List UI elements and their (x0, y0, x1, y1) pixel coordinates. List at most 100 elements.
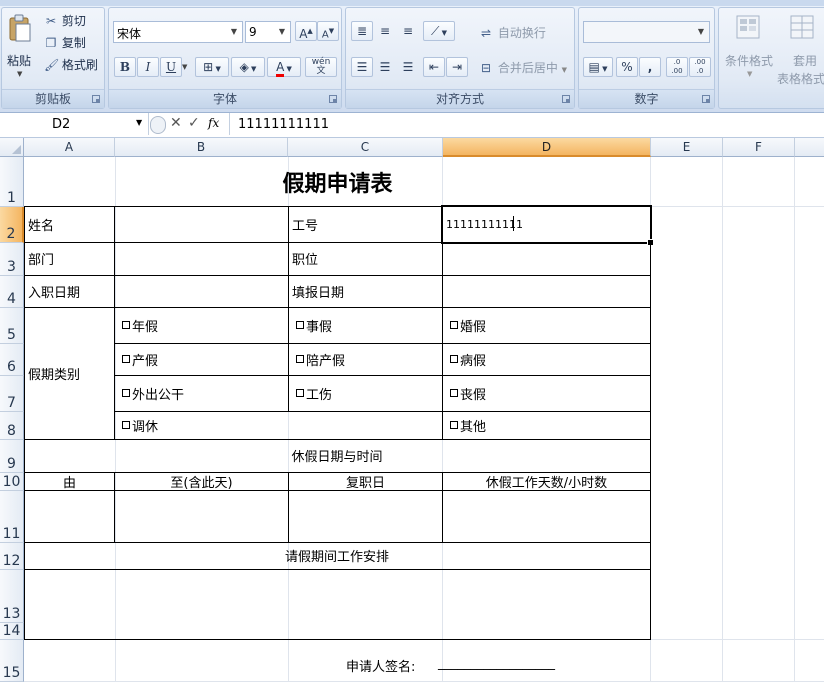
row-header-4[interactable]: 4 (0, 276, 24, 308)
row-header-12[interactable]: 12 (0, 543, 24, 570)
fill-date-label[interactable]: 填报日期 (288, 275, 443, 308)
percent-button[interactable]: % (616, 57, 638, 77)
emp-no-label[interactable]: 工号 (288, 206, 443, 243)
position-label[interactable]: 职位 (288, 242, 443, 276)
emp-no-cell[interactable]: 11111111111 (441, 205, 652, 244)
from-date-cell[interactable] (24, 490, 115, 543)
shrink-font-button[interactable]: A▼ (317, 21, 339, 41)
row-header-7[interactable]: 7 (0, 376, 24, 412)
alignment-launcher-icon[interactable] (562, 95, 570, 103)
name-box[interactable]: D2 ▼ (0, 113, 149, 135)
checkbox-icon[interactable] (296, 321, 304, 329)
format-as-table-button[interactable]: 套用 表格格式 (777, 12, 824, 92)
row-header-15[interactable]: 15 (0, 640, 24, 682)
row-header-13[interactable]: 13 (0, 570, 24, 623)
align-right-button[interactable]: ☰ (397, 57, 419, 77)
format-painter-button[interactable]: 🖌 格式刷 (44, 56, 104, 74)
to-column-header[interactable]: 至(含此天) (114, 472, 288, 491)
return-date-cell[interactable] (288, 490, 442, 543)
days-count-cell[interactable] (442, 490, 651, 543)
checkbox-icon[interactable] (450, 355, 458, 363)
paste-dropdown-icon[interactable]: ▼ (17, 70, 22, 78)
copy-button[interactable]: ❐ 复制 (44, 34, 104, 52)
work-arrangement-cell[interactable] (24, 569, 651, 640)
row-header-2[interactable]: 2 (0, 207, 24, 243)
italic-button[interactable]: I (137, 57, 159, 77)
name-label[interactable]: 姓名 (24, 206, 115, 243)
align-top-button[interactable]: ≣ (351, 21, 373, 41)
checkbox-icon[interactable] (450, 321, 458, 329)
cancel-icon[interactable]: ✕ (170, 115, 182, 131)
grow-font-button[interactable]: A▲ (295, 21, 317, 41)
row-header-10[interactable]: 10 (0, 473, 24, 491)
underline-button[interactable]: U (160, 57, 182, 77)
dept-value-cell[interactable] (114, 242, 289, 276)
column-header-b[interactable]: B (115, 138, 288, 157)
clipboard-launcher-icon[interactable] (92, 95, 100, 103)
leave-option-maternity[interactable]: 产假 (114, 343, 288, 376)
hire-date-label[interactable]: 入职日期 (24, 275, 115, 308)
row-header-14[interactable]: 14 (0, 623, 24, 640)
position-value-cell[interactable] (442, 242, 651, 276)
days-column-header[interactable]: 休假工作天数/小时数 (442, 472, 651, 491)
column-header-f[interactable]: F (723, 138, 795, 157)
row-header-5[interactable]: 5 (0, 308, 24, 344)
decrease-decimal-button[interactable]: .00 .0 (689, 57, 711, 77)
to-date-cell[interactable] (114, 490, 288, 543)
signature-label[interactable]: 申请人签名: (346, 656, 415, 675)
dates-section-header[interactable]: 休假日期与时间 (24, 439, 651, 473)
signature-line[interactable]: __________________ (438, 656, 555, 671)
dept-label[interactable]: 部门 (24, 242, 115, 276)
font-name-select[interactable]: 宋体 ▼ (113, 21, 243, 43)
formula-input[interactable]: 11111111111 (229, 113, 824, 135)
orientation-button[interactable]: ⟋ ▼ (423, 21, 455, 41)
column-header-d[interactable]: D (443, 138, 651, 157)
font-size-select[interactable]: 9 ▼ (245, 21, 291, 43)
underline-dropdown-icon[interactable]: ▼ (182, 63, 187, 71)
checkbox-icon[interactable] (122, 389, 130, 397)
checkbox-icon[interactable] (450, 389, 458, 397)
paste-button[interactable]: 粘贴 ▼ (5, 12, 35, 82)
leave-option-personal[interactable]: 事假 (288, 307, 442, 344)
row-header-11[interactable]: 11 (0, 491, 24, 543)
leave-option-other[interactable]: 其他 (442, 411, 651, 440)
leave-option-sick[interactable]: 病假 (442, 343, 651, 376)
checkbox-icon[interactable] (122, 421, 130, 429)
leave-option-paternity[interactable]: 陪产假 (288, 343, 442, 376)
bold-button[interactable]: B (114, 57, 136, 77)
number-format-select[interactable]: ▼ (583, 21, 710, 43)
increase-indent-button[interactable]: ⇥ (446, 57, 468, 77)
fill-color-button[interactable]: ◈ ▼ (231, 57, 265, 77)
align-center-button[interactable]: ☰ (374, 57, 396, 77)
row-header-3[interactable]: 3 (0, 243, 24, 276)
comma-button[interactable]: , (639, 57, 661, 77)
number-launcher-icon[interactable] (702, 95, 710, 103)
merge-center-button[interactable]: ⊟ 合并后居中 ▼ (478, 59, 567, 76)
row-header-8[interactable]: 8 (0, 412, 24, 440)
leave-option-bereavement[interactable]: 丧假 (442, 375, 651, 412)
align-left-button[interactable]: ☰ (351, 57, 373, 77)
checkbox-icon[interactable] (296, 355, 304, 363)
align-bottom-button[interactable]: ≡ (397, 21, 419, 41)
chevron-down-icon[interactable]: ▼ (136, 118, 142, 127)
row-header-9[interactable]: 9 (0, 440, 24, 473)
leave-type-label[interactable]: 假期类别 (24, 307, 115, 440)
return-column-header[interactable]: 复职日 (288, 472, 442, 491)
form-title[interactable]: 假期申请表 (24, 157, 651, 207)
from-column-header[interactable]: 由 (24, 472, 115, 491)
column-header-a[interactable]: A (24, 138, 115, 157)
accounting-format-button[interactable]: ▤ ▼ (583, 57, 613, 77)
checkbox-icon[interactable] (122, 321, 130, 329)
font-color-button[interactable]: A ▼ (267, 57, 301, 77)
column-header-e[interactable]: E (651, 138, 723, 157)
leave-option-marriage[interactable]: 婚假 (442, 307, 651, 344)
row-header-1[interactable]: 1 (0, 157, 24, 207)
leave-option-business[interactable]: 外出公干 (114, 375, 288, 412)
cut-button[interactable]: ✂ 剪切 (44, 12, 104, 30)
row-header-6[interactable]: 6 (0, 344, 24, 376)
borders-button[interactable]: ⊞ ▼ (195, 57, 229, 77)
checkbox-icon[interactable] (296, 389, 304, 397)
name-value-cell[interactable] (114, 206, 289, 243)
fill-date-value-cell[interactable] (442, 275, 651, 308)
hire-date-value-cell[interactable] (114, 275, 289, 308)
